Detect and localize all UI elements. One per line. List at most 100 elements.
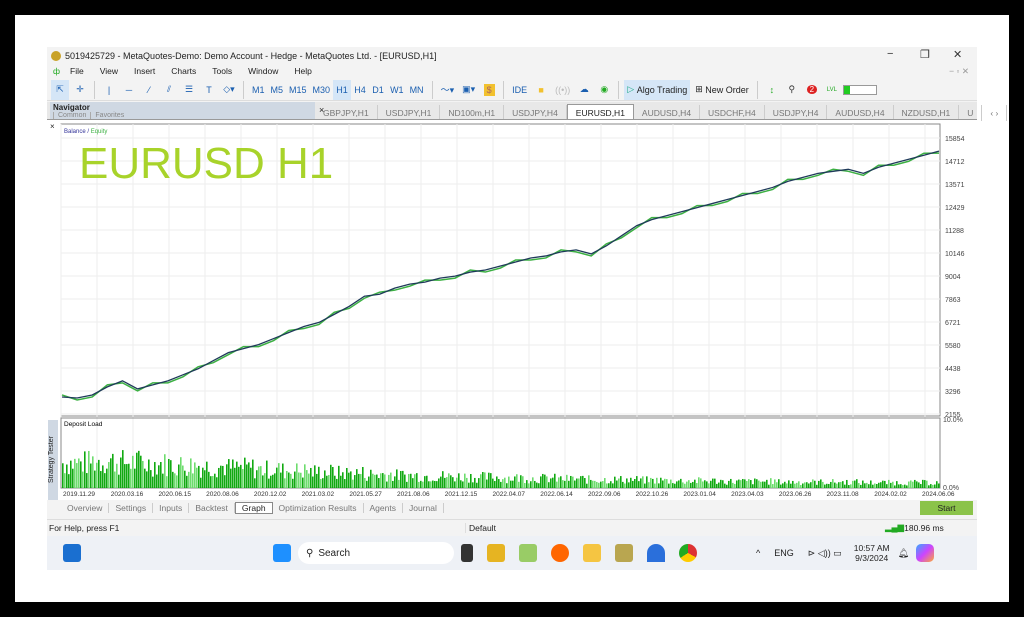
menu-view[interactable]: View [92, 66, 126, 76]
templates-icon[interactable]: ▣▾ [459, 80, 478, 100]
deposit-load-bar [840, 481, 842, 488]
tester-tab-graph[interactable]: Graph [234, 502, 273, 514]
chrome-icon[interactable] [679, 544, 697, 562]
navigator-tab-common[interactable]: Common [53, 112, 91, 119]
deposit-load-bar [770, 478, 772, 488]
deposit-load-bar [888, 479, 890, 488]
maximize-button[interactable]: ❐ [920, 48, 930, 61]
language-indicator[interactable]: ENG [774, 548, 794, 558]
indicators-icon[interactable]: 〜▾ [438, 80, 458, 100]
new-order-button[interactable]: ⊞ New Order [692, 80, 752, 100]
tester-tab-optimization-results[interactable]: Optimization Results [273, 503, 364, 513]
copilot-icon[interactable] [916, 544, 935, 562]
timeframe-w1[interactable]: W1 [387, 80, 407, 100]
tray-chevron-icon[interactable]: ^ [756, 548, 760, 558]
vps-cloud-icon[interactable]: ☁ [575, 80, 593, 100]
start-button[interactable]: Start [920, 501, 973, 515]
deposit-load-bar [144, 468, 146, 488]
deposit-load-bar [214, 473, 216, 488]
deposit-load-bar [202, 467, 204, 488]
tester-tab-inputs[interactable]: Inputs [153, 503, 190, 513]
cursor-icon[interactable]: ⇱ [51, 79, 69, 100]
file-explorer-icon[interactable] [583, 544, 601, 562]
timeframe-m1[interactable]: M1 [249, 80, 268, 100]
timeframe-d1[interactable]: D1 [369, 80, 387, 100]
taskbar-search[interactable]: ⚲ Search [298, 542, 454, 564]
shapes-icon[interactable]: ◇▾ [220, 80, 238, 100]
deposit-load-bar [534, 480, 536, 488]
deposit-load-bar [348, 472, 350, 488]
task-view-icon[interactable] [461, 544, 473, 562]
signals-icon[interactable]: ((•)) [552, 80, 573, 100]
channel-icon[interactable]: ⫽ [160, 80, 178, 100]
dollar-icon[interactable]: $ [480, 80, 498, 100]
network-volume-battery-icons[interactable]: ⊳ ◁)) ▭ [808, 548, 842, 559]
app3-icon[interactable] [647, 544, 665, 562]
menu-help[interactable]: Help [286, 66, 319, 76]
x-tick-label: 2020.06.15 [158, 491, 191, 498]
minimize-button[interactable]: − [887, 48, 893, 60]
text-icon[interactable]: T [200, 80, 218, 100]
app-icon[interactable] [487, 544, 505, 562]
crosshair-icon[interactable]: ✛ [71, 80, 89, 100]
timeframe-m15[interactable]: M15 [286, 80, 310, 100]
clock[interactable]: 10:57 AM 9/3/2024 [854, 543, 890, 563]
notifications-icon[interactable]: 2 [803, 80, 821, 100]
deposit-load-bar [608, 483, 610, 488]
firefox-icon[interactable] [551, 544, 569, 562]
deposit-load-bar [526, 480, 528, 488]
menu-tools[interactable]: Tools [204, 66, 240, 76]
deposit-load-bar [370, 469, 372, 488]
tester-tab-backtest[interactable]: Backtest [189, 503, 235, 513]
app2-icon[interactable] [615, 544, 633, 562]
tester-tab-settings[interactable]: Settings [109, 503, 154, 513]
deposit-load-bar [280, 472, 282, 488]
deposit-load-bar [104, 473, 106, 488]
timeframe-m30[interactable]: M30 [310, 80, 334, 100]
x-tick-label: 2020.08.06 [206, 491, 239, 498]
tab-scroll-arrows[interactable]: ‹ › [982, 105, 1008, 121]
deposit-load-bar [498, 479, 500, 488]
close-button[interactable]: ✕ [953, 48, 962, 61]
tester-tab-journal[interactable]: Journal [403, 503, 444, 513]
deposit-load-bar [796, 482, 798, 488]
deposit-load-bar [314, 465, 316, 488]
fibonacci-icon[interactable]: ☰ [180, 80, 198, 100]
deposit-load-bar [542, 473, 544, 488]
depth-icon[interactable]: ↕ [763, 80, 781, 100]
start-menu-icon[interactable] [273, 544, 291, 562]
menu-charts[interactable]: Charts [163, 66, 204, 76]
search-icon[interactable]: ⚲ [783, 80, 801, 100]
timeframe-m5[interactable]: M5 [268, 80, 287, 100]
tester-tab-agents[interactable]: Agents [364, 503, 403, 513]
vertical-line-icon[interactable]: | [100, 80, 118, 100]
ide-button[interactable]: IDE [509, 80, 530, 100]
metatrader-icon[interactable] [519, 544, 537, 562]
status-profile[interactable]: Default [465, 522, 885, 533]
timeframe-mn[interactable]: MN [407, 80, 427, 100]
y-tick-label: 11288 [945, 228, 964, 235]
navigator-tab-favorites[interactable]: Favorites [90, 112, 129, 119]
deposit-load-bar [194, 462, 196, 488]
menu-insert[interactable]: Insert [126, 66, 163, 76]
community-icon[interactable]: ◉ [595, 80, 613, 100]
timeframe-h4[interactable]: H4 [351, 80, 369, 100]
deposit-load-bar [186, 475, 188, 488]
trendline-icon[interactable]: ⁄ [140, 80, 158, 100]
menu-window[interactable]: Window [240, 66, 286, 76]
algo-trading-button[interactable]: ▷ Algo Trading [624, 79, 691, 100]
lvl-icon[interactable]: LVL [823, 80, 841, 100]
menu-file[interactable]: File [62, 66, 92, 76]
timeframe-h1[interactable]: H1 [333, 79, 352, 100]
horizontal-line-icon[interactable]: ─ [120, 80, 138, 100]
deposit-load-bar [910, 480, 912, 488]
market-icon[interactable]: ■ [532, 80, 550, 100]
deposit-load-bar [546, 476, 548, 488]
deposit-load-bar [362, 467, 364, 488]
notification-bell-icon[interactable]: 🔔︎ [898, 548, 909, 559]
child-window-controls[interactable]: − ▫ ✕ [941, 66, 977, 77]
widgets-icon[interactable] [63, 544, 81, 562]
tester-tab-overview[interactable]: Overview [61, 503, 110, 513]
deposit-load-bar [452, 477, 454, 488]
balance-chart[interactable]: 15854 14712 13571 12429 11288 10146 9004 7863 67… [47, 120, 977, 501]
